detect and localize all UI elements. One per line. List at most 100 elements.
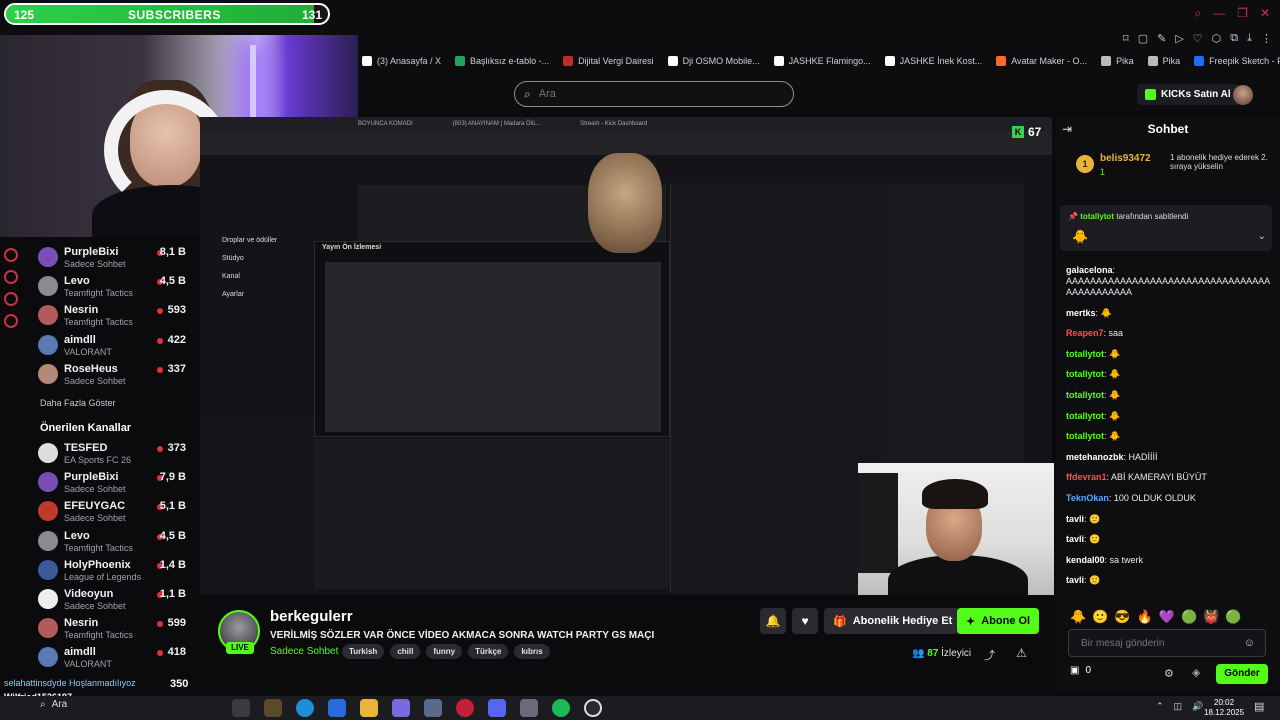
stream-tag[interactable]: funny	[426, 644, 463, 659]
buy-kicks-button[interactable]: KICKs Satın Al	[1137, 84, 1239, 105]
channel-item[interactable]: HolyPhoenix League of Legends 1,4 B	[38, 557, 198, 586]
bookmark-item[interactable]: Dijital Vergi Dairesi	[563, 52, 654, 70]
emote-icon[interactable]: 🔥	[1137, 609, 1153, 625]
bookmark-icon[interactable]: ⌑	[1123, 32, 1129, 45]
bookmark-item[interactable]: JASHKE İnek Kost...	[884, 52, 982, 70]
opera-icon[interactable]	[456, 699, 474, 717]
subscribe-button[interactable]: ✦ Abone Ol	[957, 608, 1040, 634]
stream-category[interactable]: Sadece Sohbet	[270, 646, 338, 657]
share-icon[interactable]: ⤴	[984, 647, 995, 663]
store-icon[interactable]	[328, 699, 346, 717]
volume-icon[interactable]: 🔊	[1192, 701, 1203, 712]
show-more-link[interactable]: Daha Fazla Göster	[40, 398, 116, 408]
network-icon[interactable]: ◫	[1174, 701, 1183, 712]
emote-icon[interactable]: 🟢	[1181, 609, 1197, 625]
kicks-balance[interactable]: ▣ 0	[1070, 665, 1091, 676]
chat-username[interactable]: totallytot	[1066, 349, 1104, 359]
channel-item[interactable]: Levo Teamfight Tactics 4,5 B	[38, 273, 198, 302]
channel-item[interactable]: Videoyun Sadece Sohbet 1,1 B	[38, 586, 198, 615]
bookmark-item[interactable]: Pika	[1101, 52, 1134, 70]
report-icon[interactable]: ⚠	[1016, 646, 1027, 660]
chat-username[interactable]: TeknOkan	[1066, 493, 1109, 503]
chat-username[interactable]: tavli	[1066, 514, 1084, 524]
chat-username[interactable]: tavli	[1066, 575, 1084, 585]
emote-icon[interactable]: 🙂	[1092, 609, 1108, 625]
browse-icon[interactable]	[4, 292, 18, 306]
stream-tag[interactable]: kıbrıs	[514, 644, 550, 659]
task-view-icon[interactable]	[232, 699, 250, 717]
office-icon[interactable]	[392, 699, 410, 717]
obs-icon[interactable]	[584, 699, 602, 717]
channel-item[interactable]: aimdll VALORANT 422	[38, 332, 198, 361]
maximize-icon[interactable]: ❐	[1237, 6, 1248, 21]
taskbar-search[interactable]: ⌕ Ara	[40, 699, 67, 710]
user-avatar[interactable]	[1233, 85, 1253, 105]
play-icon[interactable]: ▷	[1175, 32, 1183, 45]
emote-icon[interactable]: 🟢	[1225, 609, 1241, 625]
send-button[interactable]: Gönder	[1216, 664, 1268, 684]
taskbar-clock[interactable]: 20:02 18.12.2025	[1204, 698, 1244, 718]
chevron-up-icon[interactable]: ⌃	[1156, 701, 1164, 712]
chat-input-box[interactable]: ☺	[1068, 629, 1266, 657]
chat-username[interactable]: totallytot	[1066, 369, 1104, 379]
notification-bell-button[interactable]: 🔔	[760, 608, 786, 634]
chat-username[interactable]: metehanozbk	[1066, 452, 1124, 462]
spotify-icon[interactable]	[552, 699, 570, 717]
emote-icon[interactable]: 🐥	[1070, 609, 1086, 625]
chevron-down-icon[interactable]: ⌄	[1258, 231, 1266, 242]
bookmark-item[interactable]: Başlıksız e-tablo -...	[455, 52, 549, 70]
bookmark-item[interactable]: Avatar Maker - O...	[996, 52, 1087, 70]
minimize-icon[interactable]: —	[1213, 6, 1225, 21]
chat-username[interactable]: totallytot	[1066, 431, 1104, 441]
channel-item[interactable]: RoseHeus Sadece Sohbet 337	[38, 361, 198, 390]
menu-icon[interactable]: ⋮	[1261, 32, 1272, 45]
pip-icon[interactable]: ⧉	[1230, 32, 1238, 45]
heart-icon[interactable]: ♡	[1193, 32, 1203, 45]
channel-item[interactable]: PurpleBixi Sadece Sohbet 8,1 B	[38, 244, 198, 273]
crop-icon[interactable]: ▢	[1138, 32, 1148, 45]
close-icon[interactable]: ✕	[1260, 6, 1270, 21]
stream-tag[interactable]: chill	[390, 644, 421, 659]
chat-username[interactable]: ffdevran1	[1066, 472, 1107, 482]
app-icon[interactable]	[424, 699, 442, 717]
channel-item[interactable]: Levo Teamfight Tactics 4,5 B	[38, 528, 198, 557]
channel-item[interactable]: TESFED EA Sports FC 26 373	[38, 440, 198, 469]
settings-icon[interactable]	[4, 314, 18, 328]
chat-input[interactable]	[1081, 637, 1241, 649]
follow-heart-button[interactable]: ♥	[792, 608, 818, 634]
channel-item[interactable]: Nesrin Teamfight Tactics 593	[38, 302, 198, 331]
discord-icon[interactable]	[488, 699, 506, 717]
bookmark-item[interactable]: Pika	[1147, 52, 1180, 70]
search-input[interactable]	[538, 88, 769, 100]
extensions-icon[interactable]: ⬡	[1212, 32, 1222, 45]
following-icon[interactable]	[4, 248, 18, 262]
edit-icon[interactable]: ✎	[1157, 32, 1166, 45]
search-box[interactable]: ⌕	[514, 81, 794, 107]
stream-tag[interactable]: Turkish	[342, 644, 385, 659]
folder-icon[interactable]	[360, 699, 378, 717]
emote-icon[interactable]: 😎	[1114, 609, 1130, 625]
chat-username[interactable]: galacelona	[1066, 265, 1113, 275]
channel-item[interactable]: EFEUYGAC Sadece Sohbet 5,1 B	[38, 498, 198, 527]
edge-icon[interactable]	[296, 699, 314, 717]
chat-settings-icon[interactable]: ⚙	[1164, 667, 1174, 680]
channel-item[interactable]: PurpleBixi Sadece Sohbet 7,9 B	[38, 469, 198, 498]
channel-item[interactable]: Nesrin Teamfight Tactics 599	[38, 615, 198, 644]
gift-subscription-button[interactable]: 🎁 Abonelik Hediye Et	[824, 608, 962, 634]
chat-username[interactable]: totallytot	[1066, 411, 1104, 421]
file-app-icon[interactable]	[264, 699, 282, 717]
bookmark-item[interactable]: Freepik Sketch - F...	[1194, 52, 1280, 70]
stream-tag[interactable]: Türkçe	[468, 644, 509, 659]
history-icon[interactable]	[4, 270, 18, 284]
gifter-name[interactable]: belis93472	[1100, 153, 1151, 164]
app-icon[interactable]	[520, 699, 538, 717]
emote-icon[interactable]: 💜	[1159, 609, 1175, 625]
bookmark-item[interactable]: Dji OSMO Mobile...	[667, 52, 760, 70]
download-icon[interactable]: ⤓	[1247, 32, 1252, 45]
emote-icon[interactable]: 👹	[1203, 609, 1219, 625]
chat-username[interactable]: mertks	[1066, 308, 1096, 318]
chat-username[interactable]: kendal00	[1066, 555, 1105, 565]
chat-username[interactable]: Reapen7	[1066, 328, 1104, 338]
chat-username[interactable]: tavli	[1066, 534, 1084, 544]
emoji-picker-icon[interactable]: ☺	[1244, 637, 1255, 649]
